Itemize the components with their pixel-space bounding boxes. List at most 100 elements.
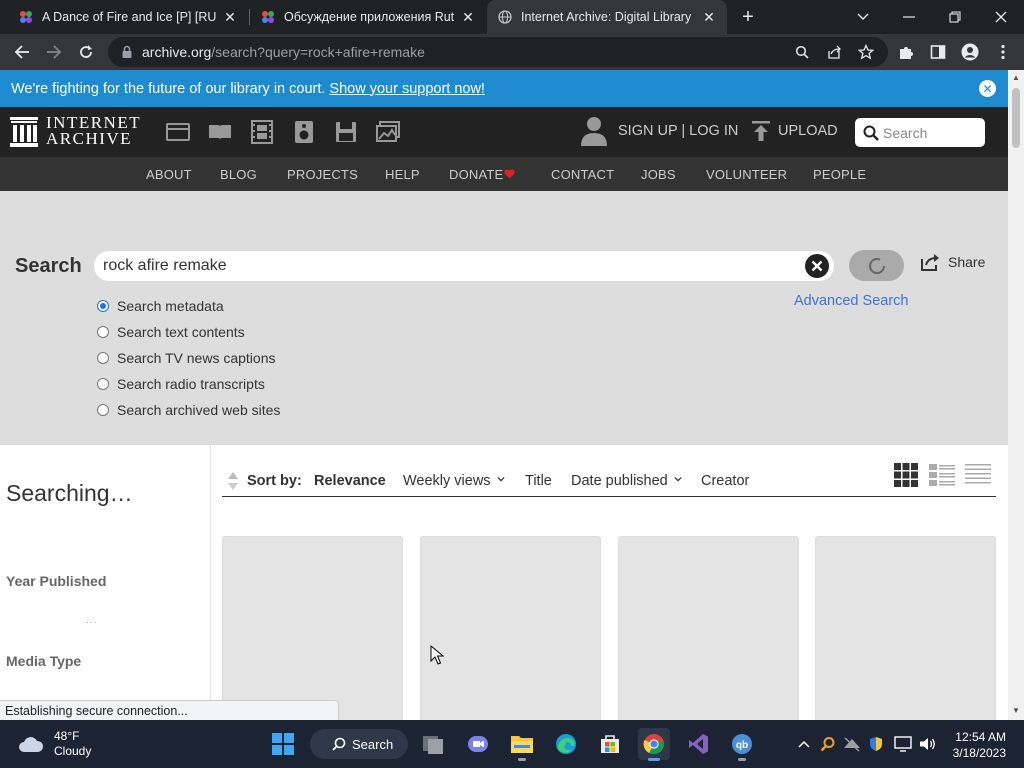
advanced-search-link[interactable]: Advanced Search	[794, 293, 908, 309]
ia-logo[interactable]: INTERNET ARCHIVE	[10, 114, 141, 147]
facet-media-type[interactable]: Media Type	[6, 653, 81, 669]
qbittorrent-icon[interactable]: qb	[726, 728, 758, 761]
search-query-input[interactable]: rock afire remake	[94, 251, 834, 281]
sort-weekly-views[interactable]: Weekly views	[403, 473, 505, 489]
scrollbar-thumb[interactable]	[1012, 88, 1020, 148]
teams-chat-icon[interactable]	[462, 728, 494, 760]
tray-search-app-icon[interactable]	[818, 734, 838, 754]
sort-relevance[interactable]: Relevance	[314, 473, 386, 489]
nav-blog[interactable]: BLOG	[220, 167, 257, 182]
search-go-button[interactable]	[849, 250, 904, 281]
nav-volunteer[interactable]: VOLUNTEER	[706, 167, 787, 182]
radio-button[interactable]	[97, 300, 109, 312]
sort-direction-icon[interactable]	[227, 471, 239, 491]
minimize-icon[interactable]	[886, 0, 932, 34]
file-explorer-icon[interactable]	[506, 728, 538, 761]
tab-rutra-discussion[interactable]: Обсуждение приложения Rutra ✕	[250, 0, 486, 34]
weather-widget[interactable]: 48°F Cloudy	[18, 729, 91, 759]
banner-support-link[interactable]: Show your support now!	[329, 81, 485, 97]
network-monitor-icon[interactable]	[893, 734, 913, 754]
header-search-input[interactable]: Search	[855, 118, 985, 147]
result-card-placeholder[interactable]	[222, 536, 403, 720]
option-search-text-contents[interactable]: Search text contents	[97, 319, 280, 345]
tab-search-chevron-icon[interactable]	[840, 0, 886, 34]
nav-about[interactable]: ABOUT	[146, 167, 192, 182]
nav-contact[interactable]: CONTACT	[551, 167, 614, 182]
sort-date-published[interactable]: Date published	[571, 473, 682, 489]
edge-browser-icon[interactable]	[550, 728, 582, 760]
forward-arrow-icon[interactable]	[42, 40, 66, 64]
close-window-icon[interactable]	[978, 0, 1024, 34]
nav-help[interactable]: HELP	[385, 167, 420, 182]
page-scrollbar[interactable]: ▲ ▼	[1008, 70, 1024, 720]
clear-search-icon[interactable]	[805, 254, 829, 278]
option-search-metadata[interactable]: Search metadata	[97, 293, 280, 319]
globe-icon	[497, 9, 513, 25]
visual-studio-icon[interactable]	[682, 728, 714, 760]
media-type-icons	[166, 120, 418, 144]
grid-view-icon[interactable]	[894, 463, 918, 487]
texts-book-icon[interactable]	[208, 120, 232, 144]
chrome-browser-icon[interactable]	[638, 728, 670, 761]
tab-internet-archive[interactable]: Internet Archive: Digital Library o ✕	[487, 0, 727, 34]
web-archive-icon[interactable]	[166, 120, 190, 144]
extensions-puzzle-icon[interactable]	[896, 42, 916, 62]
radio-button[interactable]	[97, 378, 109, 390]
show-hidden-icons-chevron-icon[interactable]	[794, 734, 814, 754]
software-floppy-icon[interactable]	[334, 120, 358, 144]
running-indicator	[518, 758, 526, 761]
back-arrow-icon[interactable]	[10, 40, 34, 64]
bookmark-star-icon[interactable]	[856, 42, 876, 62]
compact-list-view-icon[interactable]	[965, 463, 991, 487]
video-film-icon[interactable]	[250, 120, 274, 144]
tab-dance-of-fire[interactable]: A Dance of Fire and Ice [P] [RUS ✕	[8, 0, 248, 34]
banner-close-icon[interactable]: ✕	[979, 80, 996, 97]
option-search-radio-transcripts[interactable]: Search radio transcripts	[97, 371, 280, 397]
nav-projects[interactable]: PROJECTS	[287, 167, 358, 182]
facet-year-published[interactable]: Year Published	[6, 573, 106, 589]
restore-icon[interactable]	[932, 0, 978, 34]
zoom-search-icon[interactable]	[792, 42, 812, 62]
result-card-placeholder[interactable]	[420, 536, 601, 720]
nav-people[interactable]: PEOPLE	[813, 167, 866, 182]
searching-status: Searching…	[6, 480, 133, 506]
microsoft-store-icon[interactable]	[594, 728, 626, 760]
result-card-placeholder[interactable]	[618, 536, 799, 720]
scroll-up-arrow-icon[interactable]: ▲	[1012, 74, 1020, 82]
list-detail-view-icon[interactable]	[929, 463, 955, 487]
radio-button[interactable]	[97, 404, 109, 416]
option-search-tv-captions[interactable]: Search TV news captions	[97, 345, 280, 371]
tray-shield-icon[interactable]	[866, 734, 886, 754]
reload-icon[interactable]	[74, 40, 98, 64]
nav-jobs[interactable]: JOBS	[641, 167, 676, 182]
signup-login-link[interactable]: SIGN UP | LOG IN	[618, 123, 738, 139]
share-button[interactable]: Share	[920, 253, 985, 271]
task-view-icon[interactable]	[418, 728, 450, 760]
nav-donate[interactable]: DONATE	[449, 167, 503, 182]
new-tab-plus-icon[interactable]: +	[738, 7, 758, 27]
volume-speaker-icon[interactable]	[918, 734, 938, 754]
scroll-down-arrow-icon[interactable]: ▼	[1012, 707, 1020, 715]
tab-close-icon[interactable]: ✕	[222, 9, 238, 25]
taskbar-search-button[interactable]: Search	[310, 729, 408, 759]
radio-button[interactable]	[97, 352, 109, 364]
system-clock[interactable]: 12:54 AM 3/18/2023	[948, 729, 1006, 761]
option-search-web-sites[interactable]: Search archived web sites	[97, 397, 280, 423]
start-windows-icon[interactable]	[267, 728, 299, 760]
audio-speaker-icon[interactable]	[292, 120, 316, 144]
upload-link[interactable]: UPLOAD	[752, 121, 838, 141]
browser-menu-kebab-icon[interactable]	[993, 42, 1013, 62]
tab-close-icon[interactable]: ✕	[460, 9, 476, 25]
share-page-icon[interactable]	[824, 42, 844, 62]
user-area[interactable]: SIGN UP | LOG IN	[580, 115, 738, 147]
images-gallery-icon[interactable]	[376, 120, 400, 144]
radio-button[interactable]	[97, 326, 109, 338]
sort-creator[interactable]: Creator	[701, 473, 749, 489]
tray-network-app-icon[interactable]	[842, 734, 862, 754]
result-card-placeholder[interactable]	[815, 536, 996, 720]
sort-title[interactable]: Title	[525, 473, 552, 489]
address-bar[interactable]: archive.org/search?query=rock+afire+rema…	[108, 37, 888, 67]
tab-close-icon[interactable]: ✕	[701, 9, 717, 25]
side-panel-icon[interactable]	[928, 42, 948, 62]
profile-avatar-icon[interactable]	[960, 42, 980, 62]
